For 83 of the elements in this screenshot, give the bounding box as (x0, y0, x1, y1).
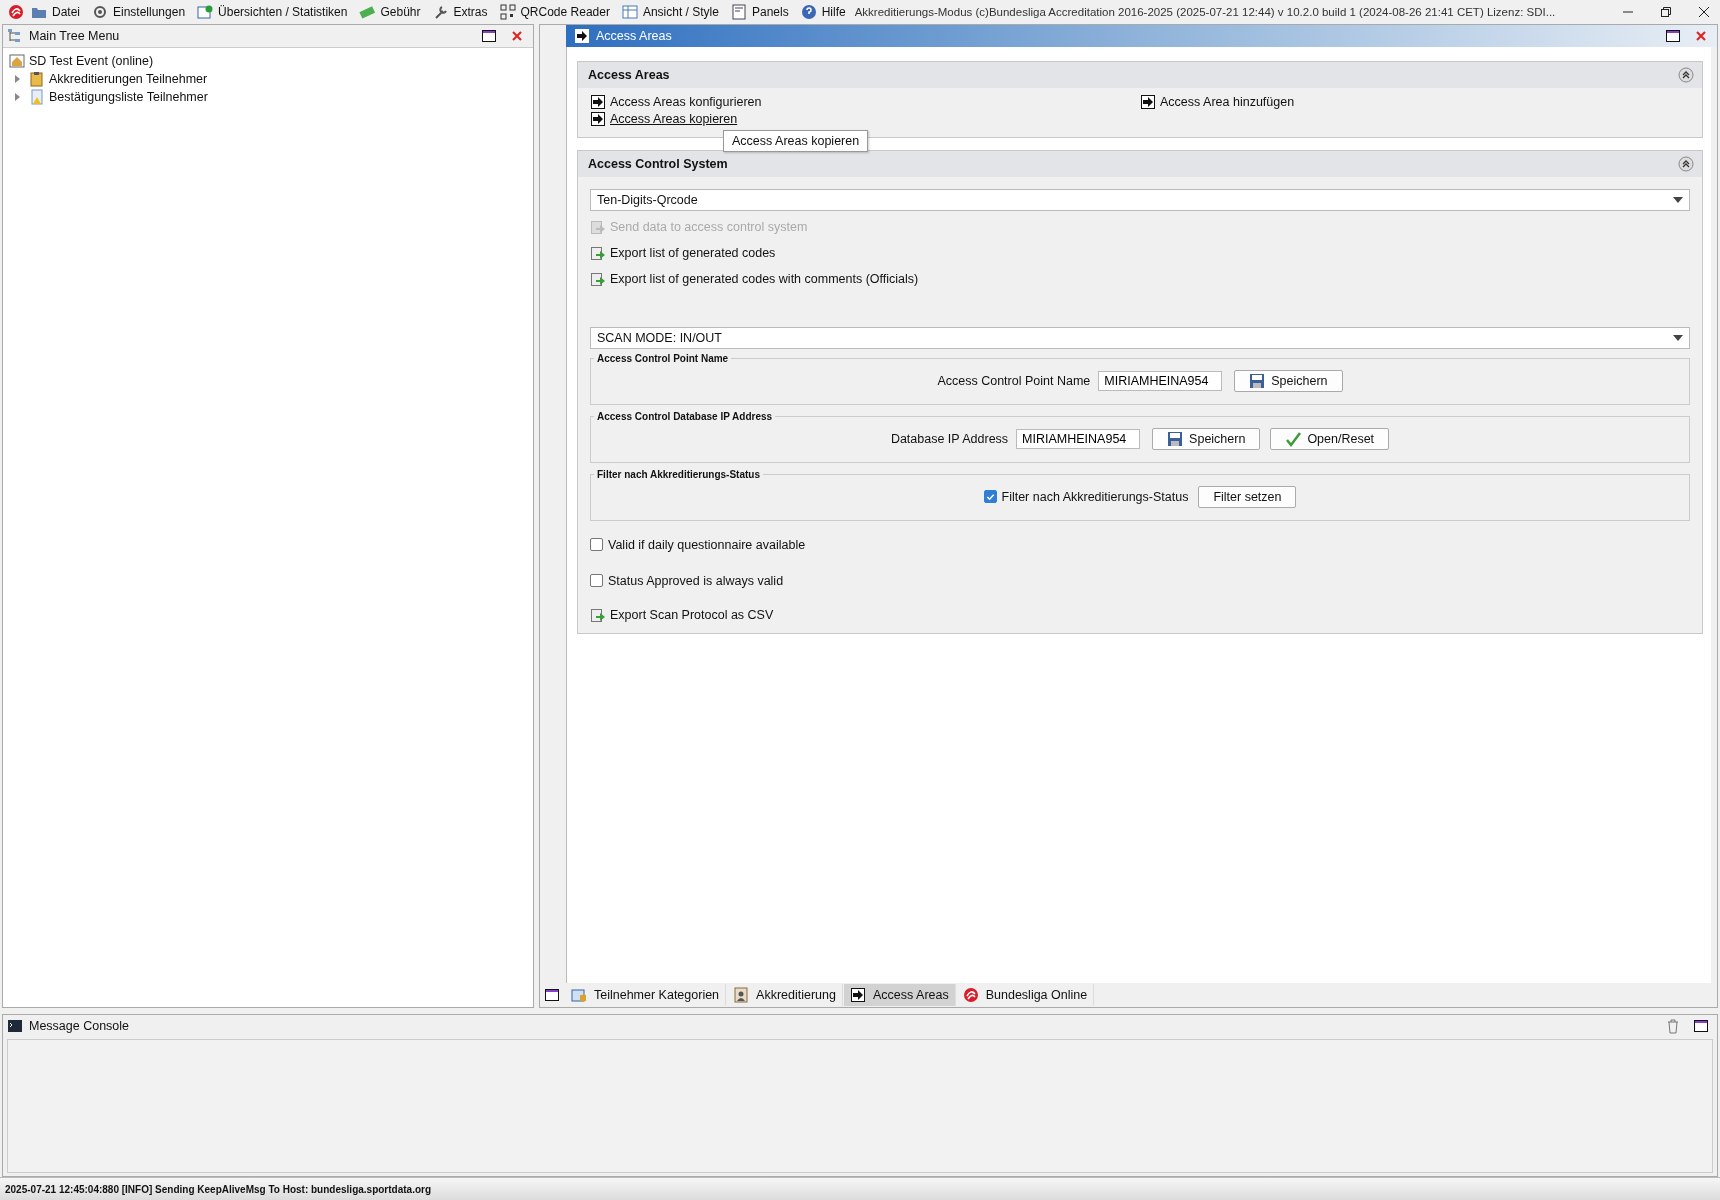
system-dropdown[interactable]: Ten-Digits-Qrcode (590, 188, 1690, 211)
menu-item[interactable]: Ansicht / Style (616, 3, 724, 20)
group-title: Access Control Point Name (596, 352, 730, 364)
status-text: 2025-07-21 12:45:04:880 [INFO] Sending KeepAliveMsg To Host: bundesliga.sportdata.org (5, 1183, 432, 1195)
menu-item[interactable]: Gebühr (354, 3, 426, 20)
maximize-icon[interactable] (1665, 27, 1681, 44)
house-icon (9, 52, 25, 69)
section-title: Access Control System (588, 156, 728, 171)
document-warning-icon (29, 88, 45, 105)
scan-mode-dropdown[interactable]: SCAN MODE: IN/OUT (590, 326, 1690, 349)
section-title: Access Areas (588, 67, 670, 82)
filter-button[interactable]: Filter setzen (1198, 485, 1297, 508)
checkbox-label: Filter nach Akkreditierungs-Status (1001, 489, 1189, 504)
field-label: Access Control Point Name (937, 373, 1091, 388)
close-icon[interactable] (1698, 5, 1710, 18)
grid-icon (621, 3, 638, 20)
action-link[interactable]: Access Area hinzufügen (1140, 93, 1295, 110)
menu-item[interactable]: Übersichten / Statistiken (192, 3, 353, 20)
action-link[interactable]: Export list of generated codes with comments (Officials) (590, 270, 919, 287)
tree-item[interactable]: Bestätigungsliste Teilnehmer (9, 87, 527, 106)
tab[interactable]: Teilnehmer Kategorien (565, 983, 727, 1006)
checkbox[interactable] (590, 538, 603, 552)
app-logo-icon (8, 3, 24, 20)
tree-icon (7, 27, 23, 44)
menu-item[interactable]: Datei (26, 3, 85, 20)
tree-item[interactable]: Akkreditierungen Teilnehmer (9, 69, 527, 88)
action-link[interactable]: Export list of generated codes (590, 244, 776, 261)
panel-title: Message Console (29, 1018, 130, 1033)
checkbox-label: Status Approved is always valid (608, 573, 784, 588)
field-label: Database IP Address (890, 431, 1009, 446)
checkbox[interactable] (590, 574, 603, 588)
tooltip: Access Areas kopieren (723, 129, 869, 152)
collapse-icon[interactable] (1678, 66, 1694, 83)
save-button[interactable]: Speichern (1152, 427, 1261, 450)
panel-icon (730, 3, 747, 20)
save-button[interactable]: Speichern (1234, 369, 1343, 392)
panel-title: Main Tree Menu (29, 28, 120, 43)
maximize-icon[interactable] (481, 27, 497, 44)
export-icon (590, 270, 606, 287)
text-input[interactable]: MIRIAMHEINA954 (1016, 428, 1141, 449)
tab[interactable]: Access Areas (844, 983, 956, 1006)
group-title: Filter nach Akkreditierungs-Status (596, 468, 761, 480)
action-link[interactable]: Export Scan Protocol as CSV (590, 606, 774, 623)
enter-icon (574, 27, 590, 44)
reset-button[interactable]: Open/Reset (1270, 427, 1390, 450)
expand-arrow-icon[interactable] (13, 74, 21, 83)
expand-arrow-icon[interactable] (13, 92, 21, 101)
maximize-icon[interactable] (1693, 1017, 1709, 1034)
menu-item[interactable]: Hilfe (795, 3, 851, 20)
menu-item[interactable]: QRCode Reader (494, 3, 615, 20)
tab[interactable]: Akkreditierung (727, 983, 843, 1006)
menu-item[interactable]: Einstellungen (87, 3, 191, 20)
gear-icon (92, 3, 108, 20)
export-icon (590, 606, 606, 623)
checkbox[interactable] (983, 490, 997, 504)
help-icon (800, 3, 817, 20)
terminal-icon (7, 1017, 23, 1034)
export-icon (590, 218, 606, 235)
enter-icon (590, 110, 606, 127)
menu-item[interactable]: Panels (725, 3, 794, 20)
group-title: Access Control Database IP Address (596, 410, 774, 422)
tree-item[interactable]: SD Test Event (online) (9, 51, 527, 70)
window-title: Akkreditierungs-Modus (c)Bundesliga Accreditation 2016-2025 (2025-07-21 12:44) v 10.2.0 build 1 (2024-08-26 21:41 CET) Lizenz: SDI... (854, 5, 1556, 18)
checkmark-icon (1285, 430, 1302, 447)
caret-icon (1673, 334, 1683, 341)
collapse-icon[interactable] (1678, 155, 1694, 172)
checkbox-label: Valid if daily questionnaire available (608, 537, 806, 552)
menu-item[interactable]: Extras (427, 3, 493, 20)
qr-code-icon (499, 3, 516, 20)
trash-icon[interactable] (1665, 1017, 1681, 1034)
action-link[interactable]: Access Areas konfigurieren (590, 93, 762, 110)
caret-icon (1673, 196, 1683, 203)
action-link[interactable]: Access Areas kopieren (590, 110, 738, 127)
text-input[interactable]: MIRIAMHEINA954 (1098, 370, 1223, 391)
enter-icon (1140, 93, 1156, 110)
enter-icon (590, 93, 606, 110)
restore-icon[interactable] (1660, 5, 1672, 18)
panel-title: Access Areas (596, 28, 672, 43)
export-icon (590, 244, 606, 261)
window-icon[interactable] (544, 986, 560, 1003)
clipboard-icon (29, 70, 45, 87)
tab[interactable]: Bundesliga Online (956, 983, 1095, 1006)
enter-icon (850, 986, 866, 1003)
